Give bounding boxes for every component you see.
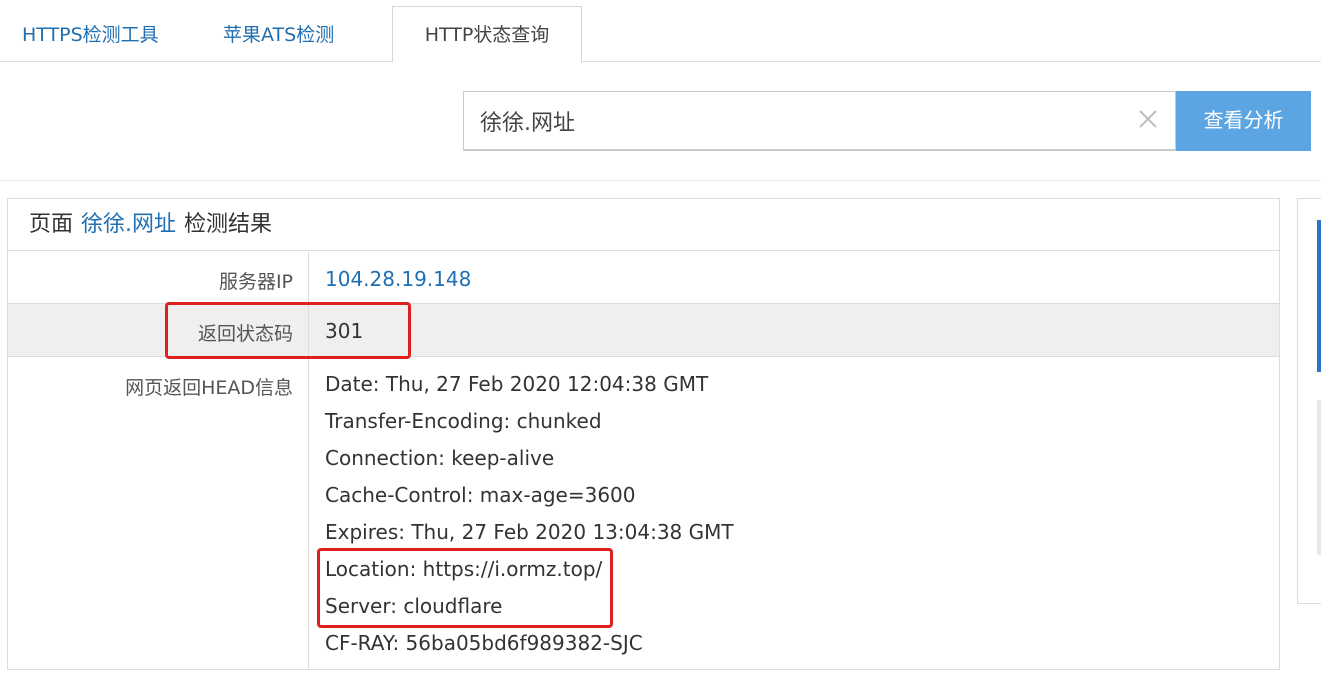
search-box [463,91,1176,151]
result-header-suffix: 检测结果 [184,212,273,237]
result-header-prefix: 页面 [29,212,74,237]
tab-https-check[interactable]: HTTPS检测工具 [22,8,159,62]
column-divider [308,252,309,669]
result-header-domain[interactable]: 徐徐.网址 [81,212,176,237]
head-info-label: 网页返回HEAD信息 [125,377,293,399]
head-line-transfer-encoding: Transfer-Encoding: chunked [325,409,602,433]
head-line-location: Location: https://i.ormz.top/ [325,557,603,581]
server-ip-value[interactable]: 104.28.19.148 [325,267,471,291]
status-code-value: 301 [325,319,364,343]
side-panel-banner [1317,220,1321,372]
result-panel: 页面 徐徐.网址 检测结果 服务器IP 104.28.19.148 返回状态码 30… [7,198,1280,670]
status-code-row: 返回状态码 301 [8,304,1279,357]
head-info-list: Date: Thu, 27 Feb 2020 12:04:38 GMT Tran… [325,369,734,665]
head-line-expires: Expires: Thu, 27 Feb 2020 13:04:38 GMT [325,520,734,544]
search-input[interactable] [464,92,1124,149]
section-divider [0,180,1321,181]
tab-bar [0,0,1321,62]
tab-apple-ats-check[interactable]: 苹果ATS检测 [223,8,334,62]
tab-http-status-query[interactable]: HTTP状态查询 [392,6,582,63]
head-line-date: Date: Thu, 27 Feb 2020 12:04:38 GMT [325,372,709,396]
server-ip-row: 服务器IP 104.28.19.148 [8,252,1279,304]
result-header: 页面 徐徐.网址 检测结果 [8,199,1279,251]
server-ip-label: 服务器IP [218,271,293,293]
side-panel-image [1317,400,1321,555]
analyze-button[interactable]: 查看分析 [1176,91,1311,151]
close-icon[interactable] [1137,108,1159,130]
head-line-connection: Connection: keep-alive [325,446,555,470]
head-line-cache-control: Cache-Control: max-age=3600 [325,483,636,507]
head-info-row: 网页返回HEAD信息 Date: Thu, 27 Feb 2020 12:04:… [8,357,1279,669]
head-line-server: Server: cloudflare [325,594,503,618]
status-code-label: 返回状态码 [197,323,293,345]
head-line-cf-ray: CF-RAY: 56ba05bd6f989382-SJC [325,631,643,655]
